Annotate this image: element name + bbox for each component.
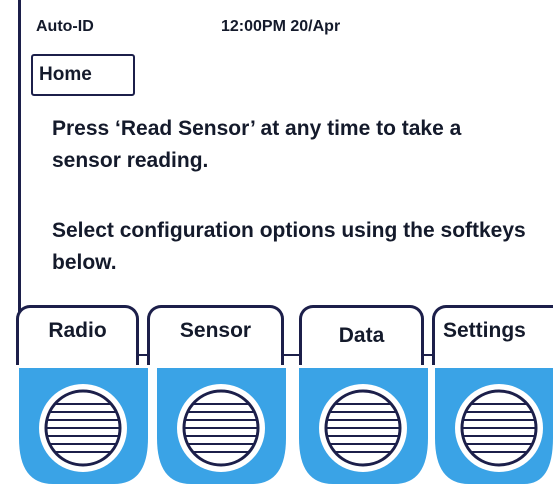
softkey-button-icon bbox=[319, 384, 407, 472]
softkey-label-data: Data bbox=[299, 305, 424, 365]
device-screen: Auto-ID 12:00PM 20/Apr Home Press ‘Read … bbox=[18, 0, 553, 356]
softkey-button-icon bbox=[177, 384, 265, 472]
softkey-settings-button[interactable] bbox=[432, 368, 553, 486]
page-title: Home bbox=[31, 54, 135, 96]
softkey-button-icon bbox=[455, 384, 543, 472]
softkey-sensor-button[interactable] bbox=[154, 368, 289, 486]
status-datetime: 12:00PM 20/Apr bbox=[221, 18, 341, 35]
status-app-name: Auto-ID bbox=[36, 18, 94, 35]
instruction-text-read-sensor: Press ‘Read Sensor’ at any time to take … bbox=[52, 117, 462, 172]
instruction-text-softkeys: Select configuration options using the s… bbox=[52, 219, 526, 274]
softkey-label-settings: Settings bbox=[432, 305, 553, 365]
softkey-label-radio: Radio bbox=[16, 305, 139, 365]
softkey-data-button[interactable] bbox=[296, 368, 431, 486]
softkey-button-icon bbox=[39, 384, 127, 472]
softkey-label-sensor: Sensor bbox=[147, 305, 284, 365]
softkey-radio-button[interactable] bbox=[16, 368, 151, 486]
